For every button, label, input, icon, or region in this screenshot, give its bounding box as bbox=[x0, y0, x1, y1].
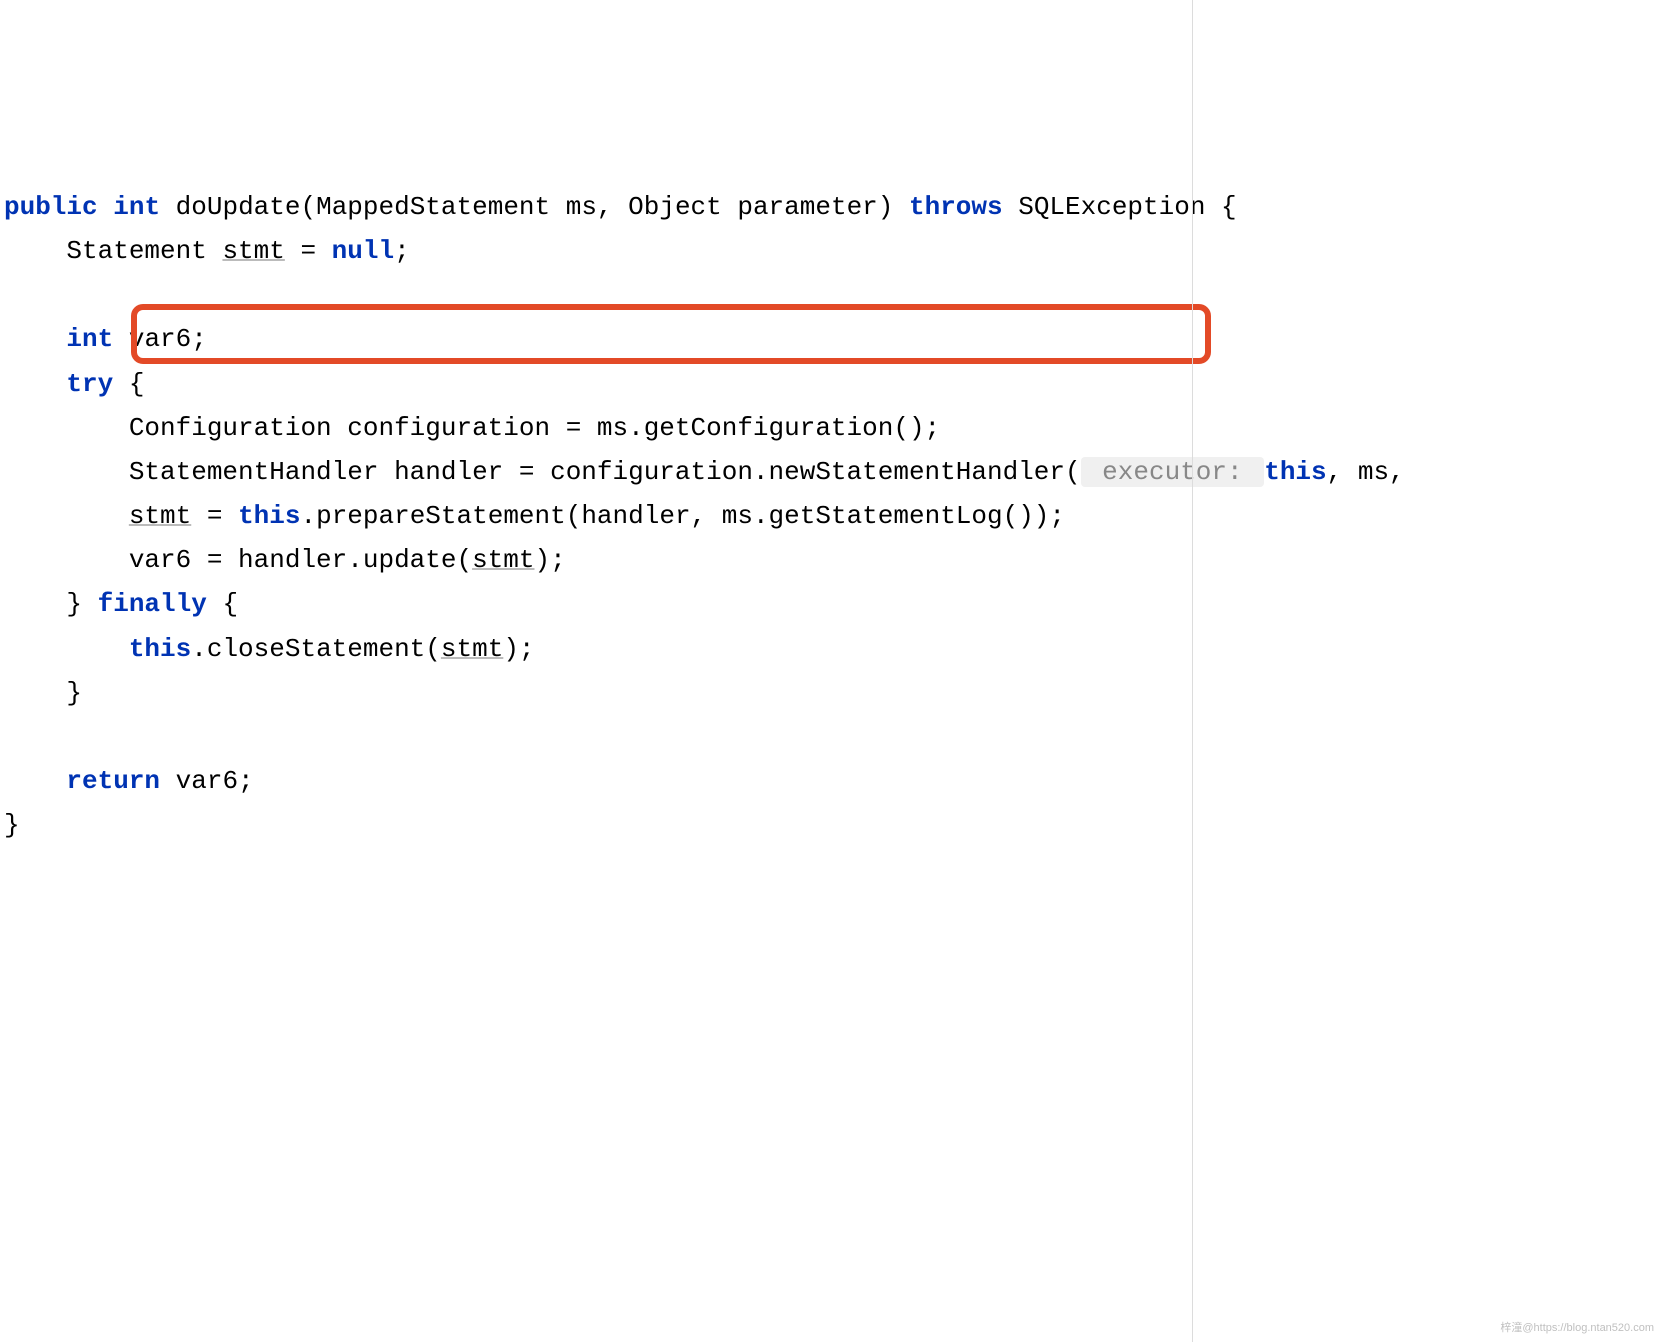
keyword-try: try bbox=[66, 369, 113, 399]
code-text: ; bbox=[394, 236, 410, 266]
var-stmt: stmt bbox=[472, 545, 534, 575]
code-text: var6; bbox=[113, 324, 207, 354]
keyword-null: null bbox=[332, 236, 394, 266]
signature: (MappedStatement ms, Object parameter) bbox=[300, 192, 909, 222]
code-text: } bbox=[4, 678, 82, 708]
vertical-divider bbox=[1192, 0, 1193, 1342]
code-text: ); bbox=[535, 545, 566, 575]
var-stmt: stmt bbox=[222, 236, 284, 266]
code-text: ); bbox=[503, 634, 534, 664]
code-text: Configuration configuration = ms.getConf… bbox=[4, 413, 940, 443]
indent bbox=[4, 369, 66, 399]
throws-clause: SQLException { bbox=[1003, 192, 1237, 222]
keyword-this: this bbox=[1264, 457, 1326, 487]
code-text: = bbox=[191, 501, 238, 531]
keyword-public: public bbox=[4, 192, 98, 222]
method-name: doUpdate bbox=[176, 192, 301, 222]
var-stmt: stmt bbox=[129, 501, 191, 531]
code-text bbox=[4, 501, 129, 531]
code-text: { bbox=[113, 369, 144, 399]
keyword-finally: finally bbox=[98, 589, 207, 619]
code-text: = bbox=[285, 236, 332, 266]
watermark-text: 梓潼@https://blog.ntan520.com bbox=[1500, 1319, 1654, 1338]
keyword-this: this bbox=[129, 634, 191, 664]
indent bbox=[4, 766, 66, 796]
code-text: , ms, bbox=[1327, 457, 1405, 487]
param-hint: executor: bbox=[1081, 457, 1265, 487]
indent bbox=[4, 324, 66, 354]
keyword-int: int bbox=[66, 324, 113, 354]
code-text: } bbox=[4, 810, 20, 840]
keyword-this: this bbox=[238, 501, 300, 531]
code-text: .prepareStatement(handler, ms.getStateme… bbox=[300, 501, 1065, 531]
code-text: StatementHandler handler = configuration… bbox=[4, 457, 1081, 487]
space bbox=[160, 192, 176, 222]
code-text: var6 = handler.update( bbox=[4, 545, 472, 575]
code-text: var6; bbox=[160, 766, 254, 796]
space bbox=[98, 192, 114, 222]
keyword-int: int bbox=[113, 192, 160, 222]
code-text: Statement bbox=[4, 236, 222, 266]
code-text: { bbox=[207, 589, 238, 619]
code-text bbox=[4, 634, 129, 664]
code-block: public int doUpdate(MappedStatement ms, … bbox=[4, 185, 1662, 848]
code-text: } bbox=[4, 589, 98, 619]
var-stmt: stmt bbox=[441, 634, 503, 664]
keyword-return: return bbox=[66, 766, 160, 796]
keyword-throws: throws bbox=[909, 192, 1003, 222]
code-text: .closeStatement( bbox=[191, 634, 441, 664]
